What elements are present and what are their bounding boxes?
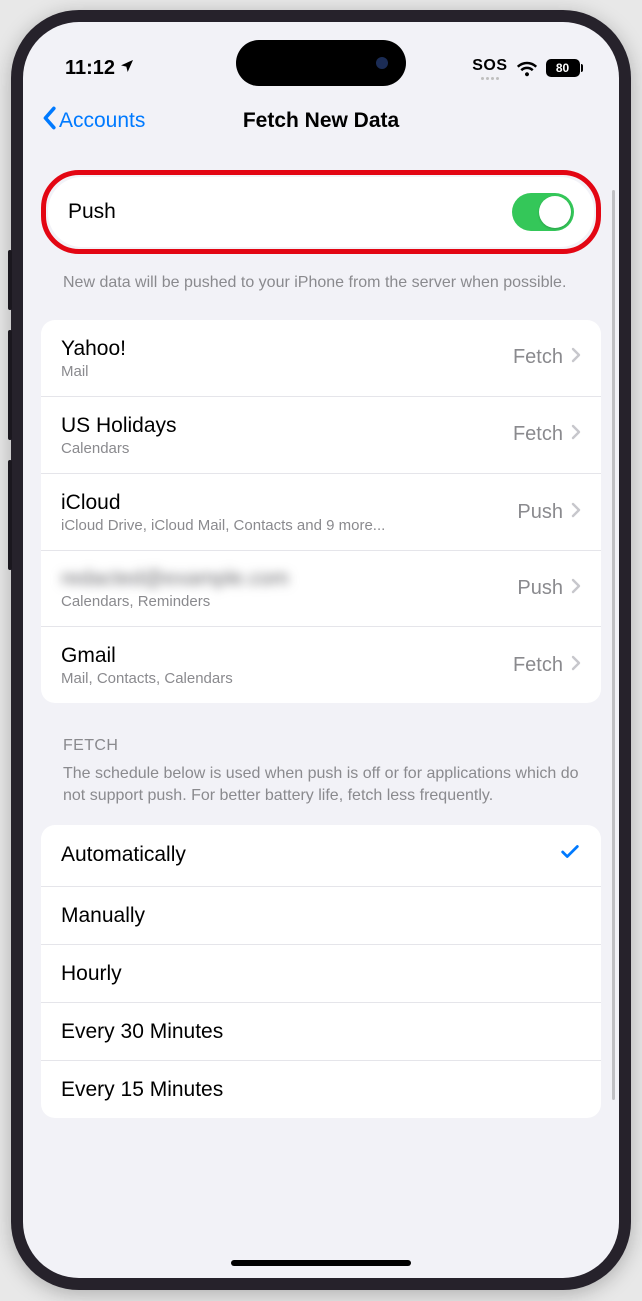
content-scroll[interactable]: Push New data will be pushed to your iPh…	[23, 150, 619, 1278]
chevron-right-icon	[571, 501, 581, 524]
dynamic-island	[236, 40, 406, 86]
push-footer: New data will be pushed to your iPhone f…	[41, 262, 601, 320]
fetch-option-label: Every 15 Minutes	[61, 1077, 223, 1102]
fetch-option[interactable]: Every 15 Minutes	[41, 1060, 601, 1118]
fetch-header: FETCH	[41, 737, 601, 763]
screen: 11:12 SOS 80	[23, 22, 619, 1278]
push-toggle[interactable]	[512, 193, 574, 231]
account-name: iCloud	[61, 490, 385, 515]
chevron-left-icon	[41, 106, 57, 136]
fetch-option-label: Automatically	[61, 842, 186, 867]
account-mode: Fetch	[513, 654, 563, 677]
battery-indicator: 80	[546, 59, 584, 77]
fetch-option-label: Manually	[61, 903, 145, 928]
push-row[interactable]: Push	[48, 177, 594, 247]
push-label: Push	[68, 199, 116, 224]
chevron-right-icon	[571, 577, 581, 600]
fetch-option[interactable]: Hourly	[41, 944, 601, 1002]
nav-bar: Accounts Fetch New Data	[23, 92, 619, 150]
account-sub: Calendars, Reminders	[61, 593, 289, 610]
back-label: Accounts	[59, 109, 145, 133]
account-sub: Calendars	[61, 440, 177, 457]
chevron-right-icon	[571, 346, 581, 369]
account-sub: Mail, Contacts, Calendars	[61, 670, 233, 687]
fetch-options-group: Automatically Manually Hourly Every 30 Minu…	[41, 825, 601, 1119]
account-name: redacted@example.com	[61, 567, 289, 591]
fetch-option[interactable]: Manually	[41, 886, 601, 944]
fetch-option[interactable]: Every 30 Minutes	[41, 1002, 601, 1060]
account-name: US Holidays	[61, 413, 177, 438]
account-row[interactable]: Yahoo! Mail Fetch	[41, 320, 601, 396]
home-indicator[interactable]	[231, 1260, 411, 1266]
fetch-option[interactable]: Automatically	[41, 825, 601, 886]
account-row[interactable]: US Holidays Calendars Fetch	[41, 396, 601, 473]
chevron-right-icon	[571, 654, 581, 677]
accounts-group: Yahoo! Mail Fetch US Holidays Calendars Fetch…	[41, 320, 601, 704]
location-icon	[119, 57, 135, 80]
account-name: Yahoo!	[61, 336, 126, 361]
status-time: 11:12	[65, 57, 115, 80]
account-row[interactable]: Gmail Mail, Contacts, Calendars Fetch	[41, 626, 601, 703]
account-sub: iCloud Drive, iCloud Mail, Contacts and …	[61, 517, 385, 534]
scrollbar[interactable]	[612, 190, 615, 1100]
annotation-highlight: Push	[41, 170, 601, 254]
account-mode: Fetch	[513, 346, 563, 369]
account-name: Gmail	[61, 643, 233, 668]
chevron-right-icon	[571, 423, 581, 446]
sos-indicator: SOS	[472, 57, 507, 80]
account-row[interactable]: iCloud iCloud Drive, iCloud Mail, Contact…	[41, 473, 601, 550]
check-icon	[559, 841, 581, 870]
wifi-icon	[516, 59, 538, 77]
fetch-option-label: Hourly	[61, 961, 122, 986]
account-row[interactable]: redacted@example.com Calendars, Reminders…	[41, 550, 601, 626]
account-mode: Push	[517, 501, 563, 524]
account-sub: Mail	[61, 363, 126, 380]
page-title: Fetch New Data	[243, 109, 399, 133]
back-button[interactable]: Accounts	[41, 106, 145, 136]
fetch-description: The schedule below is used when push is …	[41, 763, 601, 824]
account-mode: Fetch	[513, 423, 563, 446]
account-mode: Push	[517, 577, 563, 600]
fetch-option-label: Every 30 Minutes	[61, 1019, 223, 1044]
phone-frame: 11:12 SOS 80	[11, 10, 631, 1290]
